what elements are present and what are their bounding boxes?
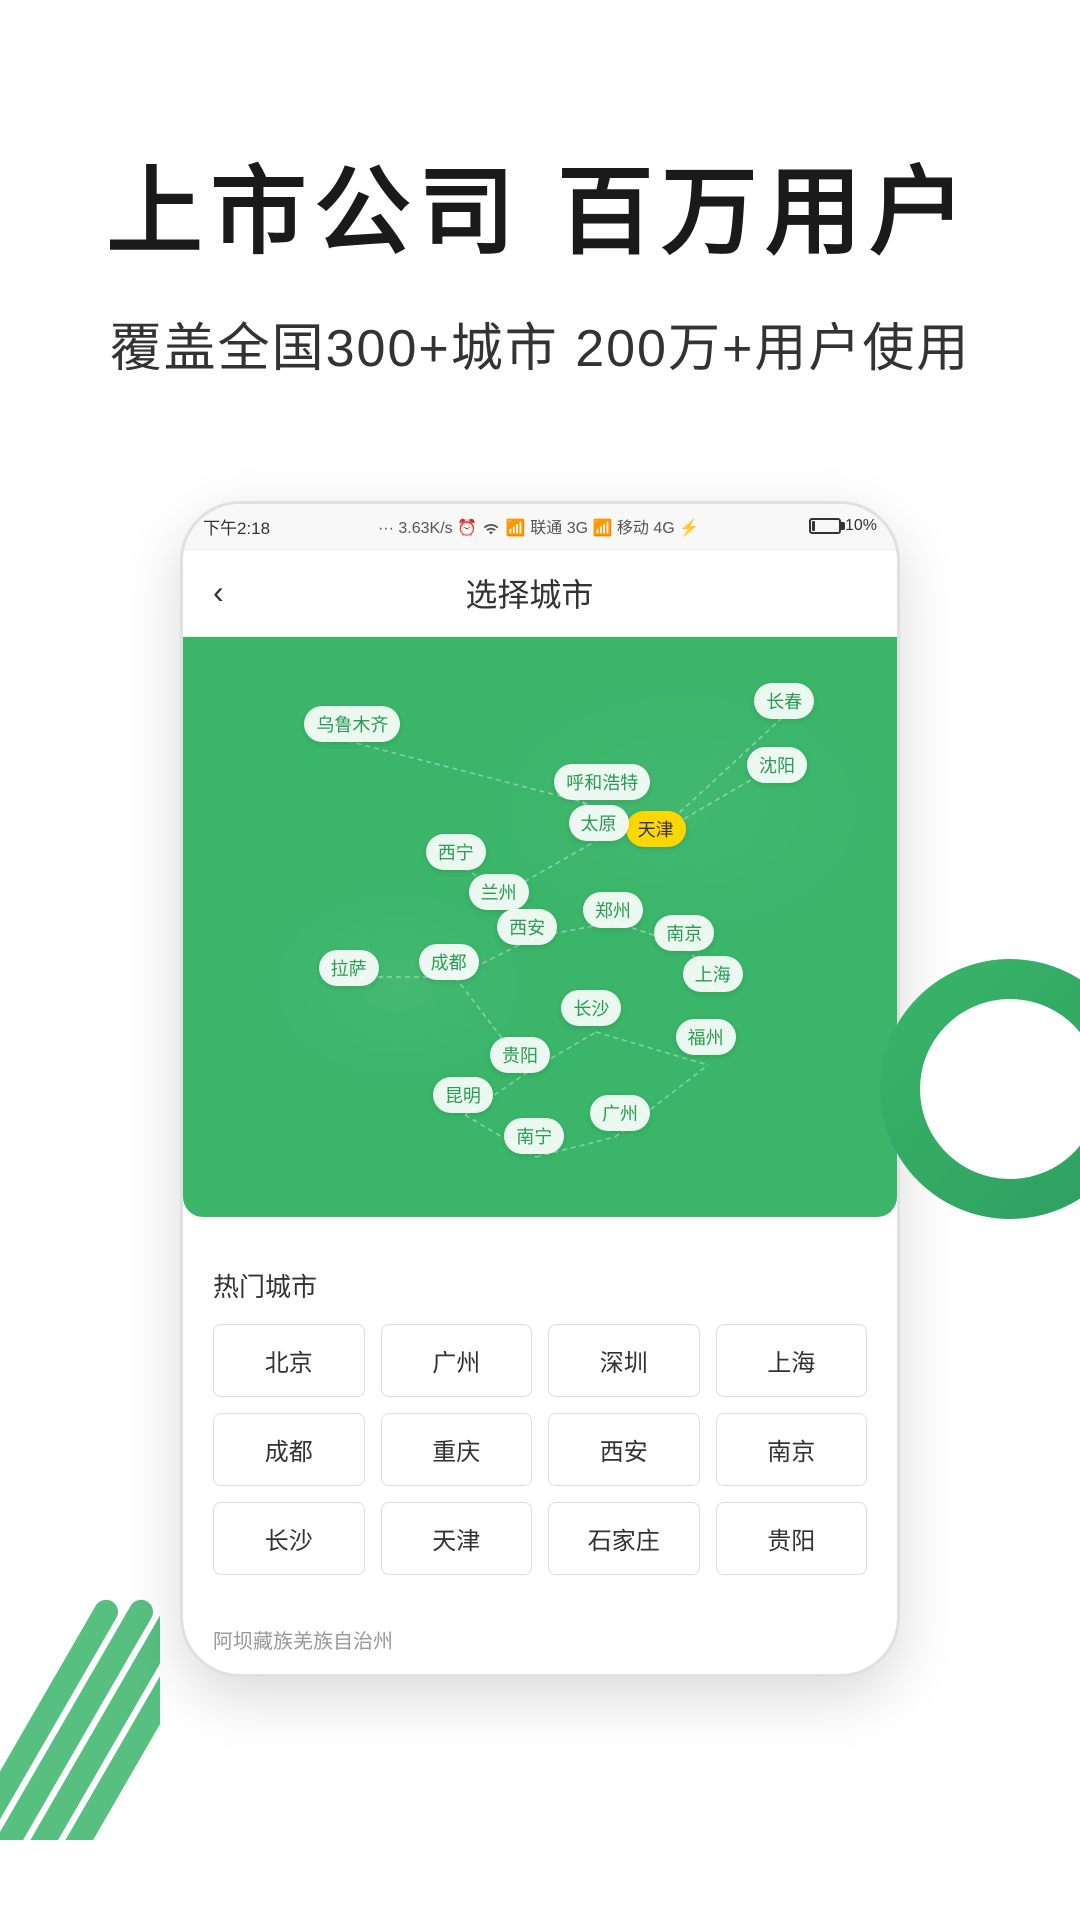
- city-chengdu[interactable]: 成都: [419, 944, 479, 980]
- status-bar: 下午2:18 ··· 3.63K/s ⏰ 📶 联通 3G 📶 移动 4G ⚡ 1…: [183, 504, 897, 550]
- deco-stripes: [0, 1580, 160, 1840]
- city-zhengzhou[interactable]: 郑州: [583, 892, 643, 928]
- subtitle: 覆盖全国300+城市 200万+用户使用: [80, 306, 1000, 381]
- city-shanghai[interactable]: 上海: [683, 956, 743, 992]
- map-container[interactable]: 乌鲁木齐 呼和浩特 天津 长春 沈阳 西宁 兰州 太原 西安 郑州 南京 上海 …: [183, 637, 897, 1217]
- city-shenyang[interactable]: 沈阳: [747, 747, 807, 783]
- city-btn-xian[interactable]: 西安: [548, 1413, 700, 1486]
- city-btn-guangzhou[interactable]: 广州: [381, 1324, 533, 1397]
- status-battery: 10%: [807, 517, 877, 535]
- city-nanjing[interactable]: 南京: [654, 915, 714, 951]
- city-nanning[interactable]: 南宁: [504, 1118, 564, 1154]
- city-tianjin-selected[interactable]: 天津: [626, 811, 686, 847]
- city-xining[interactable]: 西宁: [426, 834, 486, 870]
- city-changchun[interactable]: 长春: [754, 683, 814, 719]
- app-title: 选择城市: [244, 570, 815, 616]
- city-btn-guiyang[interactable]: 贵阳: [716, 1502, 868, 1575]
- city-guangzhou[interactable]: 广州: [590, 1095, 650, 1131]
- city-kunming[interactable]: 昆明: [433, 1077, 493, 1113]
- city-btn-chengdu[interactable]: 成都: [213, 1413, 365, 1486]
- city-huhhot[interactable]: 呼和浩特: [554, 764, 650, 800]
- city-xian[interactable]: 西安: [497, 909, 557, 945]
- city-btn-shijiazhuang[interactable]: 石家庄: [548, 1502, 700, 1575]
- city-btn-nanjing[interactable]: 南京: [716, 1413, 868, 1486]
- phone-section: 下午2:18 ··· 3.63K/s ⏰ 📶 联通 3G 📶 移动 4G ⚡ 1…: [0, 501, 1080, 1677]
- popular-title: 热门城市: [213, 1267, 867, 1304]
- bottom-text: 阿坝藏族羌族自治州: [183, 1605, 897, 1674]
- city-grid: 北京 广州 深圳 上海 成都 重庆 西安 南京 长沙 天津 石家庄 贵阳: [213, 1324, 867, 1575]
- city-btn-shenzhen[interactable]: 深圳: [548, 1324, 700, 1397]
- main-title: 上市公司 百万用户: [80, 160, 1000, 266]
- city-btn-changsha[interactable]: 长沙: [213, 1502, 365, 1575]
- deco-circle: [880, 959, 1080, 1219]
- city-guiyang[interactable]: 贵阳: [490, 1037, 550, 1073]
- status-time: 下午2:18: [203, 514, 270, 539]
- phone-mockup: 下午2:18 ··· 3.63K/s ⏰ 📶 联通 3G 📶 移动 4G ⚡ 1…: [180, 501, 900, 1677]
- app-header: ‹ 选择城市: [183, 550, 897, 637]
- city-changsha[interactable]: 长沙: [561, 990, 621, 1026]
- city-btn-shanghai[interactable]: 上海: [716, 1324, 868, 1397]
- city-lhasa[interactable]: 拉萨: [319, 950, 379, 986]
- city-btn-beijing[interactable]: 北京: [213, 1324, 365, 1397]
- city-fuzhou[interactable]: 福州: [676, 1019, 736, 1055]
- popular-section: 热门城市 北京 广州 深圳 上海 成都 重庆 西安 南京 长沙 天津 石家庄 贵…: [183, 1247, 897, 1605]
- city-lanzhou[interactable]: 兰州: [469, 874, 529, 910]
- city-btn-tianjin[interactable]: 天津: [381, 1502, 533, 1575]
- back-button[interactable]: ‹: [213, 574, 224, 611]
- city-taiyuan[interactable]: 太原: [569, 805, 629, 841]
- city-btn-chongqing[interactable]: 重庆: [381, 1413, 533, 1486]
- hero-section: 上市公司 百万用户 覆盖全国300+城市 200万+用户使用: [0, 0, 1080, 441]
- city-urumqi[interactable]: 乌鲁木齐: [304, 706, 400, 742]
- status-network-info: ··· 3.63K/s ⏰ 📶 联通 3G 📶 移动 4G ⚡: [378, 514, 699, 538]
